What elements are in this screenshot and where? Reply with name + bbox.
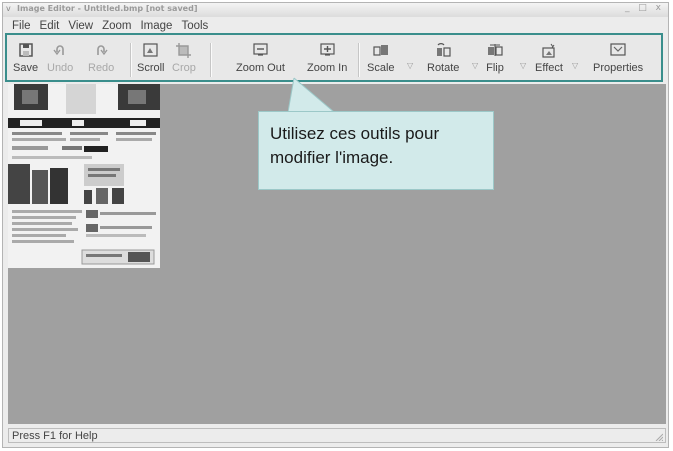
scroll-icon xyxy=(142,41,160,59)
save-button[interactable]: Save xyxy=(13,41,38,81)
floppy-icon xyxy=(17,41,35,59)
undo-label: Undo xyxy=(47,62,74,74)
scroll-label: Scroll xyxy=(137,62,165,74)
callout-line-2: modifier l'image. xyxy=(270,148,394,167)
properties-label: Properties xyxy=(593,62,644,74)
crop-label: Crop xyxy=(172,62,196,74)
effect-dropdown-chevron-icon[interactable]: ▽ xyxy=(572,61,578,70)
scroll-button[interactable]: Scroll xyxy=(137,41,165,81)
menu-zoom[interactable]: Zoom xyxy=(102,20,131,32)
crop-button[interactable]: Crop xyxy=(172,41,196,81)
flip-dropdown-chevron-icon[interactable]: ▽ xyxy=(520,61,526,70)
window-controls[interactable]: _ □ x xyxy=(625,3,664,13)
zoom-out-label: Zoom Out xyxy=(236,62,285,74)
resize-grip-icon[interactable] xyxy=(655,433,663,441)
menu-file[interactable]: File xyxy=(12,20,31,32)
zoom-in-label: Zoom In xyxy=(307,62,348,74)
zoom-out-icon xyxy=(251,41,269,59)
image-thumbnail[interactable] xyxy=(8,84,160,268)
scale-button[interactable]: Scale xyxy=(367,41,395,81)
window-menu-icon[interactable]: v xyxy=(6,4,11,13)
save-label: Save xyxy=(13,62,39,74)
effect-button[interactable]: Effect xyxy=(535,41,563,81)
title-bar: v Image Editor - Untitled.bmp [not saved… xyxy=(3,3,668,17)
zoom-out-button[interactable]: Zoom Out xyxy=(236,41,285,81)
toolbar-separator xyxy=(130,43,132,77)
toolbar-separator xyxy=(358,43,360,77)
redo-icon xyxy=(92,41,110,59)
menu-image[interactable]: Image xyxy=(140,20,172,32)
menu-bar: File Edit View Zoom Image Tools xyxy=(3,17,668,34)
callout-pointer xyxy=(288,77,335,113)
callout-line-1: Utilisez ces outils pour xyxy=(270,124,440,143)
menu-edit[interactable]: Edit xyxy=(40,20,60,32)
scale-label: Scale xyxy=(367,62,395,74)
window-title: Image Editor - Untitled.bmp [not saved] xyxy=(17,4,198,13)
undo-icon xyxy=(51,41,69,59)
callout-text: Utilisez ces outils pour modifier l'imag… xyxy=(270,122,490,170)
rotate-label: Rotate xyxy=(427,62,460,74)
crop-icon xyxy=(175,41,193,59)
toolbar: Save Undo Redo Scroll Crop Zoom Out Zoom… xyxy=(9,37,659,78)
redo-label: Redo xyxy=(88,62,115,74)
properties-button[interactable]: Properties xyxy=(593,41,643,81)
toolbar-highlight: Save Undo Redo Scroll Crop Zoom Out Zoom… xyxy=(5,33,663,82)
menu-tools[interactable]: Tools xyxy=(181,20,208,32)
redo-button[interactable]: Redo xyxy=(88,41,114,81)
rotate-dropdown-chevron-icon[interactable]: ▽ xyxy=(472,61,478,70)
flip-button[interactable]: Flip xyxy=(486,41,504,81)
document-thumbnail-graphic xyxy=(8,84,160,268)
scale-icon xyxy=(372,41,390,59)
zoom-in-button[interactable]: Zoom In xyxy=(307,41,347,81)
properties-icon xyxy=(609,41,627,59)
callout-tooltip: Utilisez ces outils pour modifier l'imag… xyxy=(258,111,494,190)
menu-view[interactable]: View xyxy=(68,20,93,32)
scale-dropdown-chevron-icon[interactable]: ▽ xyxy=(407,61,413,70)
status-text: Press F1 for Help xyxy=(12,430,98,442)
zoom-in-icon xyxy=(318,41,336,59)
flip-icon xyxy=(486,41,504,59)
effect-label: Effect xyxy=(535,62,563,74)
rotate-icon xyxy=(434,41,452,59)
rotate-button[interactable]: Rotate xyxy=(427,41,459,81)
undo-button[interactable]: Undo xyxy=(47,41,73,81)
flip-label: Flip xyxy=(486,62,504,74)
status-bar: Press F1 for Help xyxy=(8,428,666,443)
effect-icon xyxy=(540,41,558,59)
toolbar-separator xyxy=(210,43,212,77)
